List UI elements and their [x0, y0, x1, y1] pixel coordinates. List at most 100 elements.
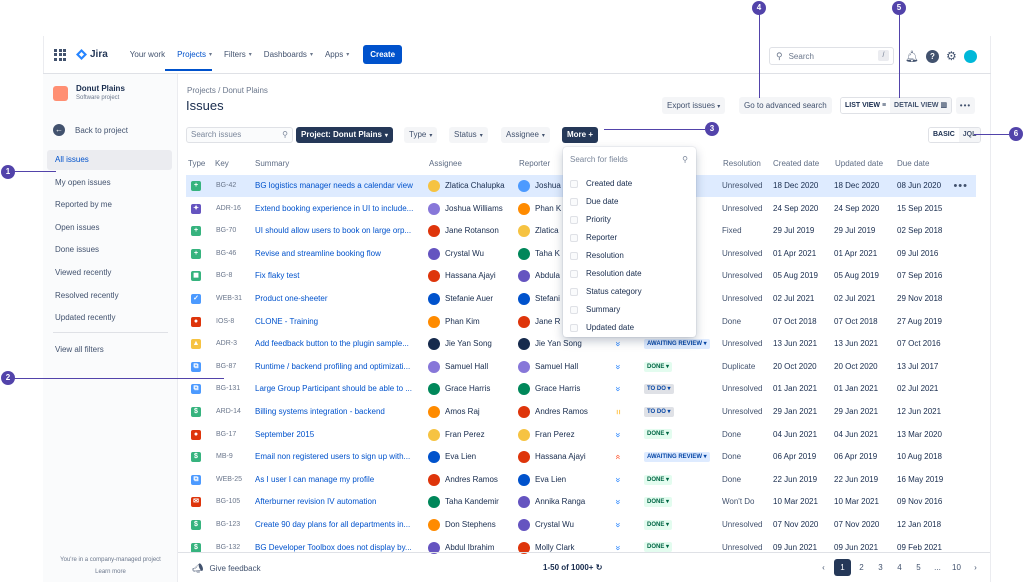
- assignee-cell[interactable]: Eva Lien: [428, 446, 513, 468]
- issue-summary-link[interactable]: September 2015: [255, 424, 420, 446]
- column-header-created-date[interactable]: Created date: [773, 159, 819, 168]
- breadcrumb[interactable]: Projects / Donut Plains: [187, 86, 268, 95]
- status-cell[interactable]: TO DO ▾: [644, 378, 674, 400]
- checkbox[interactable]: [570, 215, 578, 224]
- jira-logo[interactable]: Jira: [76, 49, 108, 60]
- page-button[interactable]: 1: [834, 559, 851, 576]
- row-actions-button[interactable]: •••: [953, 175, 968, 197]
- status-cell[interactable]: DONE ▾: [644, 424, 673, 446]
- reporter-cell[interactable]: Grace Harris: [518, 378, 603, 400]
- nav-item-filters[interactable]: Filters ▾: [224, 50, 252, 59]
- reporter-cell[interactable]: Molly Clark: [518, 537, 603, 559]
- help-icon[interactable]: ?: [925, 49, 939, 63]
- detail-view-button[interactable]: DETAIL VIEW ▥: [890, 98, 952, 113]
- issue-key[interactable]: ADR-16: [216, 198, 241, 220]
- column-header-assignee[interactable]: Assignee: [429, 159, 462, 168]
- table-row[interactable]: ✉ BG-105 Afterburner revision IV automatio…: [186, 491, 976, 513]
- assignee-cell[interactable]: Zlatica Chalupka: [428, 175, 513, 197]
- app-switcher-icon[interactable]: [54, 48, 66, 61]
- issue-key[interactable]: MB-9: [216, 446, 233, 468]
- status-cell[interactable]: DONE ▾: [644, 514, 673, 536]
- field-option-created-date[interactable]: Created date: [570, 179, 632, 188]
- page-button[interactable]: 2: [853, 559, 870, 576]
- assignee-cell[interactable]: Abdul Ibrahim: [428, 537, 513, 559]
- issue-key[interactable]: WEB-31: [216, 288, 242, 310]
- assignee-cell[interactable]: Taha Kandemir: [428, 491, 513, 513]
- basic-mode-button[interactable]: BASIC: [929, 128, 959, 142]
- assignee-filter-button[interactable]: Assignee ▾: [501, 127, 550, 143]
- checkbox[interactable]: [570, 197, 578, 206]
- issue-key[interactable]: BG-132: [216, 537, 240, 559]
- type-filter-button[interactable]: Type ▾: [404, 127, 438, 143]
- checkbox[interactable]: [570, 233, 578, 242]
- field-option-resolution[interactable]: Resolution: [570, 251, 624, 260]
- field-option-reporter[interactable]: Reporter: [570, 233, 617, 242]
- view-all-filters-link[interactable]: View all filters: [47, 340, 172, 360]
- assignee-cell[interactable]: Don Stephens: [428, 514, 513, 536]
- issue-summary-link[interactable]: Afterburner revision IV automation: [255, 491, 420, 513]
- assignee-cell[interactable]: Samuel Hall: [428, 356, 513, 378]
- issue-key[interactable]: IOS-8: [216, 311, 234, 333]
- reporter-cell[interactable]: Fran Perez: [518, 424, 603, 446]
- more-actions-button[interactable]: •••: [956, 97, 975, 114]
- status-cell[interactable]: TO DO ▾: [644, 401, 674, 423]
- issue-summary-link[interactable]: Revise and streamline booking flow: [255, 243, 420, 265]
- page-button[interactable]: 3: [872, 559, 889, 576]
- previous-page-button[interactable]: ‹: [815, 559, 832, 576]
- list-view-button[interactable]: LIST VIEW ≡: [841, 98, 891, 113]
- assignee-cell[interactable]: Joshua Williams: [428, 198, 513, 220]
- issue-summary-link[interactable]: CLONE - Training: [255, 311, 420, 333]
- project-filter-button[interactable]: Project: Donut Plains ▾: [296, 127, 393, 143]
- table-row[interactable]: ● BG-17 September 2015 Fran Perez Fran Perez…: [186, 424, 976, 446]
- checkbox[interactable]: [570, 323, 578, 332]
- column-header-key[interactable]: Key: [215, 159, 229, 168]
- assignee-cell[interactable]: Grace Harris: [428, 378, 513, 400]
- reporter-cell[interactable]: Crystal Wu: [518, 514, 603, 536]
- global-search-input[interactable]: ⚲ Search /: [769, 47, 894, 65]
- issue-summary-link[interactable]: Runtime / backend profiling and optimiza…: [255, 356, 420, 378]
- nav-item-dashboards[interactable]: Dashboards ▾: [264, 50, 313, 59]
- issue-summary-link[interactable]: Billing systems integration - backend: [255, 401, 420, 423]
- field-option-priority[interactable]: Priority: [570, 215, 611, 224]
- column-header-resolution[interactable]: Resolution: [723, 159, 761, 168]
- reporter-cell[interactable]: Annika Ranga: [518, 491, 603, 513]
- export-issues-button[interactable]: Export issues ▾: [662, 97, 726, 114]
- assignee-cell[interactable]: Hassana Ajayi: [428, 265, 513, 287]
- column-header-due-date[interactable]: Due date: [897, 159, 929, 168]
- table-row[interactable]: $ BG-132 BG Developer Toolbox does not dis…: [186, 537, 976, 559]
- table-row[interactable]: ⧉ WEB-25 As I user I can manage my profile…: [186, 469, 976, 491]
- column-header-type[interactable]: Type: [188, 159, 205, 168]
- reporter-cell[interactable]: Eva Lien: [518, 469, 603, 491]
- field-option-resolution-date[interactable]: Resolution date: [570, 269, 642, 278]
- create-button[interactable]: Create: [363, 45, 403, 64]
- status-cell[interactable]: DONE ▾: [644, 356, 673, 378]
- issue-key[interactable]: BG-105: [216, 491, 240, 513]
- reporter-cell[interactable]: Samuel Hall: [518, 356, 603, 378]
- sidebar-item-viewed-recently[interactable]: Viewed recently: [47, 263, 172, 283]
- settings-gear-icon[interactable]: ⚙: [946, 49, 957, 63]
- back-to-project-link[interactable]: ← Back to project: [53, 124, 128, 136]
- issue-key[interactable]: ADR-3: [216, 333, 237, 355]
- assignee-cell[interactable]: Fran Perez: [428, 424, 513, 446]
- issue-summary-link[interactable]: Product one-sheeter: [255, 288, 420, 310]
- give-feedback-link[interactable]: 📣︎ Give feedback: [192, 563, 261, 574]
- reporter-cell[interactable]: Hassana Ajayi: [518, 446, 603, 468]
- issue-summary-link[interactable]: Fix flaky test: [255, 265, 420, 287]
- field-option-summary[interactable]: Summary: [570, 305, 620, 314]
- issue-key[interactable]: BG-46: [216, 243, 236, 265]
- issue-summary-link[interactable]: Add feedback button to the plugin sample…: [255, 333, 420, 355]
- field-search-input[interactable]: Search for fields ⚲: [565, 151, 694, 169]
- sidebar-item-my-open-issues[interactable]: My open issues: [47, 173, 172, 193]
- sidebar-item-done-issues[interactable]: Done issues: [47, 240, 172, 260]
- jql-mode-button[interactable]: JQL: [958, 128, 981, 142]
- issue-search-input[interactable]: Search issues ⚲: [186, 127, 293, 143]
- checkbox[interactable]: [570, 305, 578, 314]
- page-button[interactable]: 4: [891, 559, 908, 576]
- checkbox[interactable]: [570, 269, 578, 278]
- assignee-cell[interactable]: Phan Kim: [428, 311, 513, 333]
- checkbox[interactable]: [570, 251, 578, 260]
- issue-key[interactable]: BG-42: [216, 175, 236, 197]
- issue-key[interactable]: ARD-14: [216, 401, 241, 423]
- issue-key[interactable]: WEB-25: [216, 469, 242, 491]
- nav-item-apps[interactable]: Apps ▾: [325, 50, 349, 59]
